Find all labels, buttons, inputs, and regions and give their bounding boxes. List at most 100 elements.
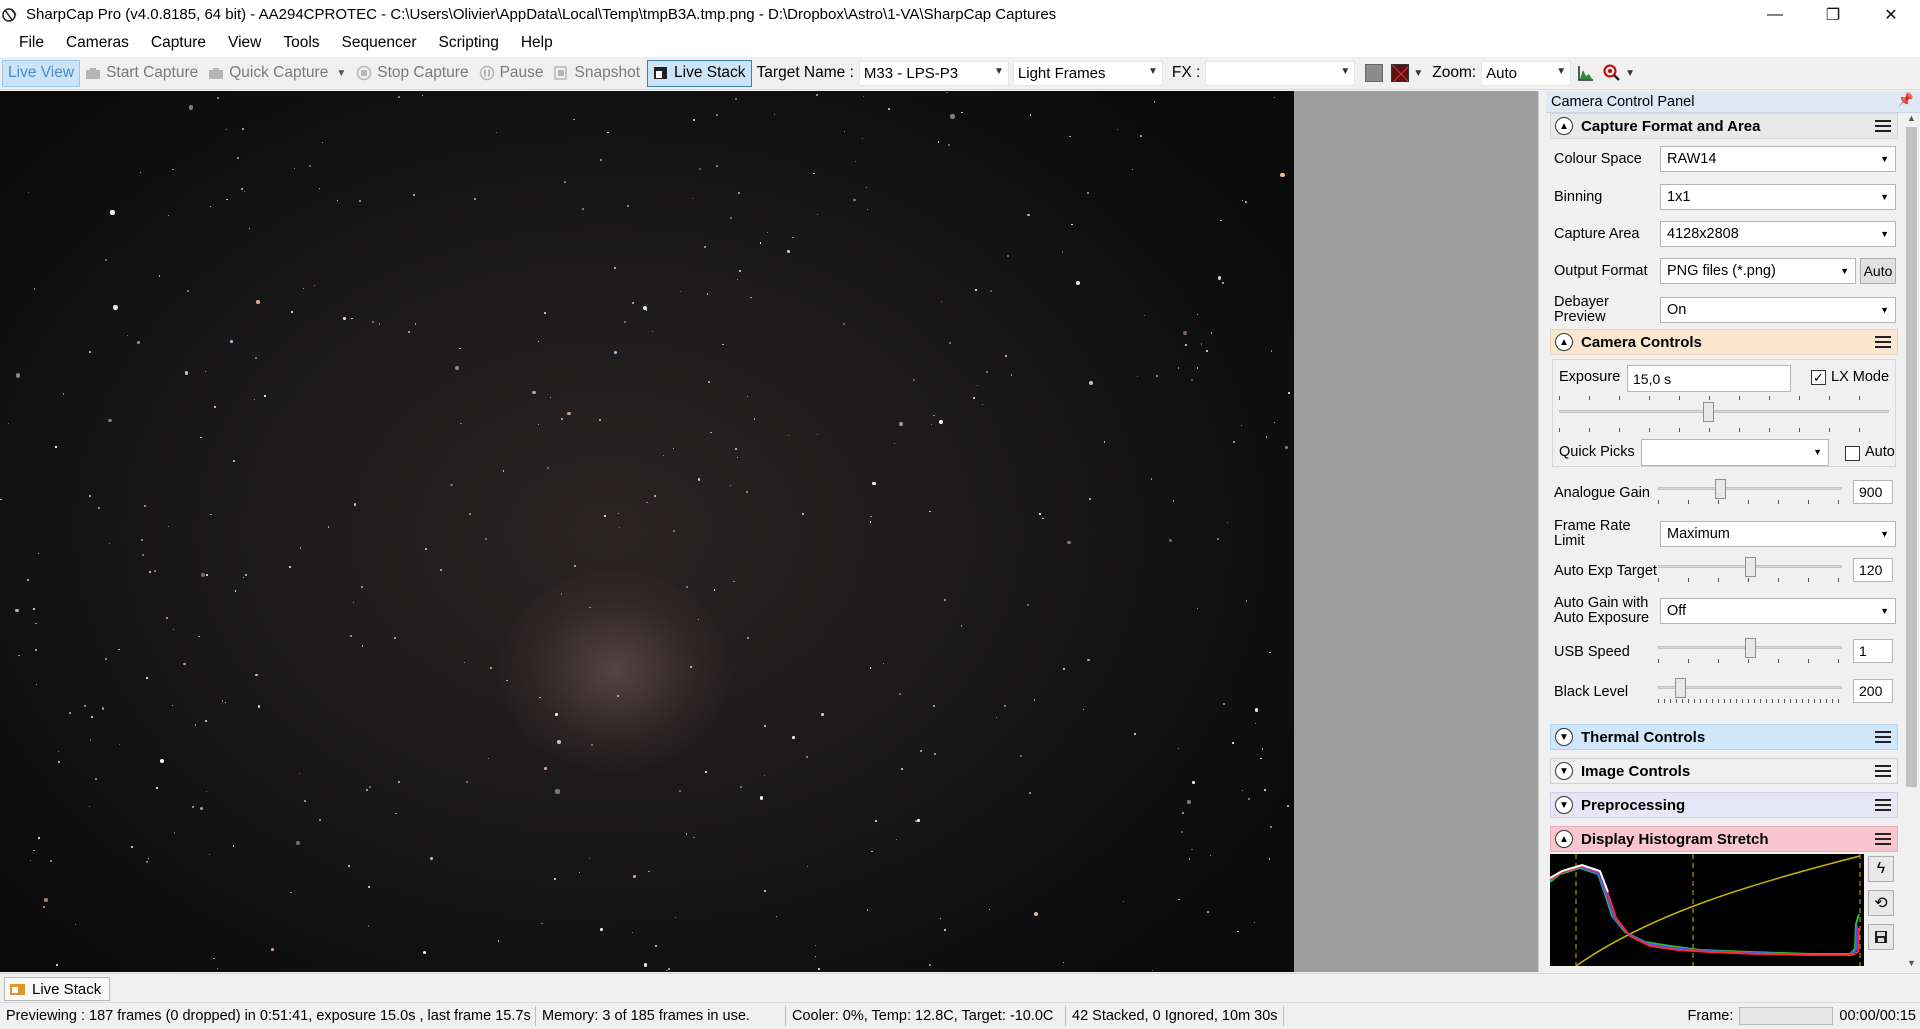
star (802, 512, 804, 515)
pause-button[interactable]: Pause (474, 60, 549, 87)
analogue-gain-slider[interactable] (1658, 479, 1842, 504)
expand-icon[interactable]: ▼ (1555, 728, 1573, 746)
zoom-combo[interactable]: Auto ▼ (1481, 60, 1572, 86)
expand-icon[interactable]: ▼ (1555, 762, 1573, 780)
menu-sequencer[interactable]: Sequencer (331, 34, 428, 52)
colour-space-select[interactable]: RAW14 ▼ (1660, 146, 1896, 172)
capture-format-header[interactable]: ▲ Capture Format and Area (1550, 113, 1898, 139)
hamburger-menu-icon[interactable] (1875, 731, 1891, 743)
auto-gain-select[interactable]: Off ▼ (1660, 598, 1896, 624)
fx-label: FX : (1171, 64, 1201, 81)
colormap-toggle[interactable] (1391, 64, 1410, 82)
close-button[interactable]: ✕ (1862, 0, 1920, 29)
viewer-background (1294, 91, 1538, 972)
auto-exp-target-input[interactable]: 120 (1853, 558, 1893, 582)
chevron-down-icon[interactable]: ▼ (1413, 68, 1423, 79)
collapse-icon[interactable]: ▲ (1555, 830, 1573, 848)
target-name-combo[interactable]: M33 - LPS-P3 ▼ (858, 60, 1009, 86)
menu-capture[interactable]: Capture (140, 34, 217, 52)
menu-view[interactable]: View (217, 34, 272, 52)
panel-splitter[interactable] (1538, 91, 1546, 972)
analogue-gain-slider-thumb[interactable] (1715, 479, 1726, 499)
capture-area-select[interactable]: 4128x2808 ▼ (1660, 221, 1896, 247)
debayer-select[interactable]: On ▼ (1660, 297, 1896, 323)
snapshot-button[interactable]: Snapshot (549, 60, 646, 87)
exposure-slider-thumb[interactable] (1703, 402, 1714, 422)
scroll-up-icon[interactable]: ▲ (1903, 113, 1920, 127)
frame-rate-select[interactable]: Maximum ▼ (1660, 521, 1896, 547)
display-histogram-header[interactable]: ▲ Display Histogram Stretch (1550, 826, 1898, 852)
camera-controls-header[interactable]: ▲ Camera Controls (1550, 329, 1898, 355)
minimize-button[interactable]: — (1746, 0, 1804, 29)
exposure-input[interactable]: 15,0 s (1627, 365, 1791, 392)
scroll-down-icon[interactable]: ▼ (1903, 958, 1920, 972)
analogue-gain-input[interactable]: 900 (1853, 480, 1893, 504)
stop-capture-button[interactable]: Stop Capture (351, 60, 473, 87)
image-viewer[interactable] (0, 91, 1294, 972)
pin-icon[interactable]: 📌 (1898, 92, 1914, 108)
hamburger-menu-icon[interactable] (1875, 833, 1891, 845)
binning-select[interactable]: 1x1 ▼ (1660, 184, 1896, 210)
usb-speed-slider-thumb[interactable] (1745, 638, 1756, 658)
star (940, 301, 942, 303)
hamburger-menu-icon[interactable] (1875, 120, 1891, 132)
star (946, 91, 948, 93)
menu-tools[interactable]: Tools (272, 34, 330, 52)
menu-scripting[interactable]: Scripting (428, 34, 510, 52)
panel-scrollbar[interactable]: ▲ ▼ (1903, 113, 1920, 972)
fx-combo[interactable]: ▼ (1205, 60, 1356, 86)
hamburger-menu-icon[interactable] (1875, 336, 1891, 348)
reset-stretch-button[interactable]: ⟲ (1868, 890, 1894, 916)
star (557, 740, 561, 744)
star (1034, 699, 1036, 701)
thermal-controls-header[interactable]: ▼ Thermal Controls (1550, 724, 1898, 750)
star (646, 502, 648, 504)
expand-icon[interactable]: ▼ (1555, 796, 1573, 814)
star (313, 284, 316, 287)
sharpcap-app-icon[interactable] (2, 6, 20, 24)
collapse-icon[interactable]: ▲ (1555, 117, 1573, 135)
output-format-auto-button[interactable]: Auto (1860, 258, 1896, 284)
capture-format-title: Capture Format and Area (1581, 117, 1761, 135)
histogram-plot[interactable] (1550, 854, 1864, 966)
black-level-slider[interactable] (1658, 678, 1842, 703)
usb-speed-slider[interactable] (1658, 638, 1842, 663)
live-view-button[interactable]: Live View (2, 59, 81, 87)
auto-exp-target-slider[interactable] (1658, 557, 1842, 582)
focus-assist-icon[interactable] (1603, 64, 1621, 82)
frame-type-combo[interactable]: Light Frames ▼ (1012, 60, 1163, 86)
usb-speed-input[interactable]: 1 (1853, 639, 1893, 663)
image-controls-header[interactable]: ▼ Image Controls (1550, 758, 1898, 784)
menu-file[interactable]: File (8, 34, 55, 52)
chevron-down-icon[interactable]: ▼ (336, 68, 346, 79)
output-format-select[interactable]: PNG files (*.png) ▼ (1660, 258, 1856, 284)
star (1284, 446, 1288, 450)
hamburger-menu-icon[interactable] (1875, 799, 1891, 811)
exposure-slider[interactable] (1559, 402, 1889, 426)
histogram-icon[interactable] (1577, 64, 1595, 82)
auto-exp-target-slider-thumb[interactable] (1745, 557, 1756, 577)
live-stack-button[interactable]: Live Stack (647, 59, 752, 87)
restore-button[interactable]: ❐ (1804, 0, 1862, 29)
hamburger-menu-icon[interactable] (1875, 765, 1891, 777)
grayscale-toggle[interactable] (1365, 64, 1384, 82)
quick-capture-button[interactable]: Quick Capture ▼ (203, 60, 351, 87)
chevron-down-icon[interactable]: ▼ (1625, 68, 1635, 79)
star (1254, 922, 1256, 924)
star (764, 725, 767, 728)
save-stretch-button[interactable] (1868, 924, 1894, 950)
auto-stretch-button[interactable]: ϟ (1868, 856, 1894, 882)
quick-picks-select[interactable]: ▼ (1641, 439, 1829, 466)
start-capture-button[interactable]: Start Capture (80, 60, 203, 87)
scrollbar-thumb[interactable] (1906, 127, 1917, 787)
lx-mode-checkbox[interactable]: ✓ (1811, 370, 1826, 385)
live-stack-tab[interactable]: Live Stack (4, 977, 111, 1001)
star (737, 278, 739, 280)
black-level-slider-thumb[interactable] (1675, 678, 1686, 698)
menu-help[interactable]: Help (510, 34, 564, 52)
preprocessing-header[interactable]: ▼ Preprocessing (1550, 792, 1898, 818)
collapse-icon[interactable]: ▲ (1555, 333, 1573, 351)
menu-cameras[interactable]: Cameras (55, 34, 140, 52)
quick-picks-auto-checkbox[interactable] (1845, 446, 1860, 461)
black-level-input[interactable]: 200 (1853, 679, 1893, 703)
